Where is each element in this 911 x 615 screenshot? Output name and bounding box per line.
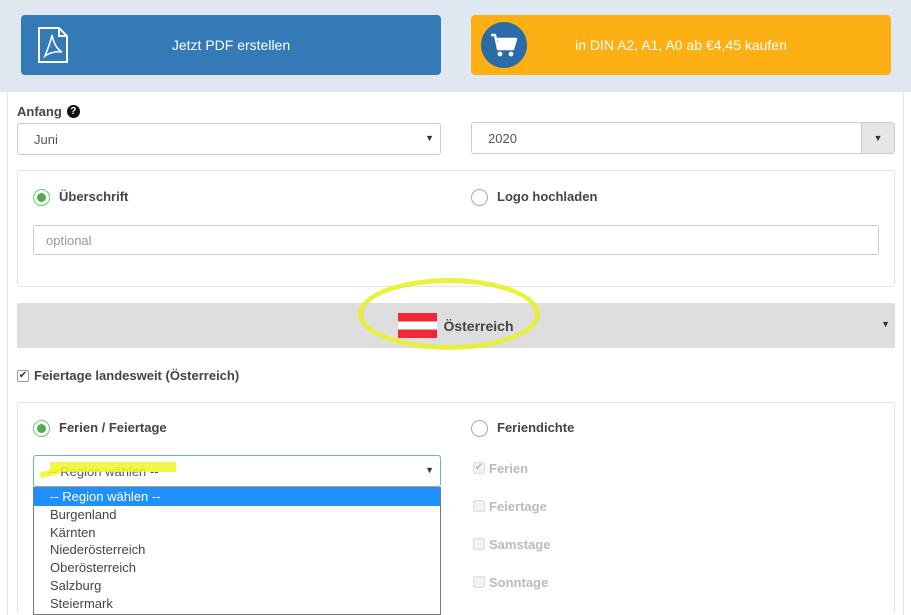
logo-upload-radio[interactable] [471,189,488,206]
density-check-sonntage-label: Sonntage [489,575,549,590]
start-label-text: Anfang [17,104,62,119]
help-icon[interactable]: ? [66,105,80,118]
heading-radio-label: Überschrift [59,189,129,204]
region-option[interactable]: Salzburg [34,577,440,595]
region-option[interactable]: -- Region wählen -- [34,488,440,506]
year-select[interactable]: 2020 ▼ [471,122,895,154]
region-dropdown-list: -- Region wählen -- Burgenland Kärnten N… [33,487,441,615]
region-option[interactable]: Steiermark [34,595,440,613]
density-check-samstage-label: Samstage [489,537,551,552]
chevron-down-icon: ▼ [873,133,883,143]
region-option[interactable]: Niederösterreich [34,541,440,559]
heading-input[interactable]: optional [33,225,879,255]
pdf-file-icon [38,27,68,63]
density-check-samstage[interactable] [473,538,485,550]
chevron-down-icon: ▼ [425,465,434,475]
annotation-underline [50,462,176,472]
year-dropdown-button[interactable]: ▼ [861,123,894,153]
action-bar: Jetzt PDF erstellen in DIN A2, A1, A0 ab… [0,0,911,92]
national-holidays-checkbox[interactable]: ✔ [17,370,29,382]
density-check-ferien[interactable]: ✔ [473,462,485,474]
annotation-highlight [358,278,540,350]
density-check-feiertage[interactable] [473,500,485,512]
density-check-feiertage-label: Feiertage [489,499,547,514]
region-option[interactable]: Kärnten [34,524,440,542]
holidays-radio[interactable] [33,420,50,437]
create-pdf-label: Jetzt PDF erstellen [171,37,291,53]
holidays-radio-label: Ferien / Feiertage [59,420,167,435]
region-option[interactable]: Oberösterreich [34,559,440,577]
heading-input-placeholder: optional [46,232,92,248]
month-select-value: Juni [34,131,58,147]
buy-poster-button[interactable]: in DIN A2, A1, A0 ab €4,45 kaufen [471,15,891,75]
year-select-value: 2020 [488,130,517,146]
cart-icon [481,22,527,68]
national-holidays-label: Feiertage landesweit (Österreich) [34,368,240,383]
create-pdf-button[interactable]: Jetzt PDF erstellen [21,15,441,75]
start-label: Anfang ? [17,104,80,119]
density-radio-label: Feriendichte [497,420,575,435]
chevron-down-icon: ▼ [881,319,890,329]
title-panel: Überschrift Logo hochladen optional [17,170,895,287]
heading-radio[interactable] [33,189,50,206]
density-check-sonntage[interactable] [473,576,485,588]
density-check-ferien-label: Ferien [489,461,529,476]
month-select[interactable]: Juni ▼ [17,123,441,155]
buy-poster-label: in DIN A2, A1, A0 ab €4,45 kaufen [575,37,787,53]
density-radio[interactable] [471,420,488,437]
region-option[interactable]: Burgenland [34,506,440,524]
chevron-down-icon: ▼ [425,133,434,143]
logo-upload-radio-label: Logo hochladen [497,189,598,204]
